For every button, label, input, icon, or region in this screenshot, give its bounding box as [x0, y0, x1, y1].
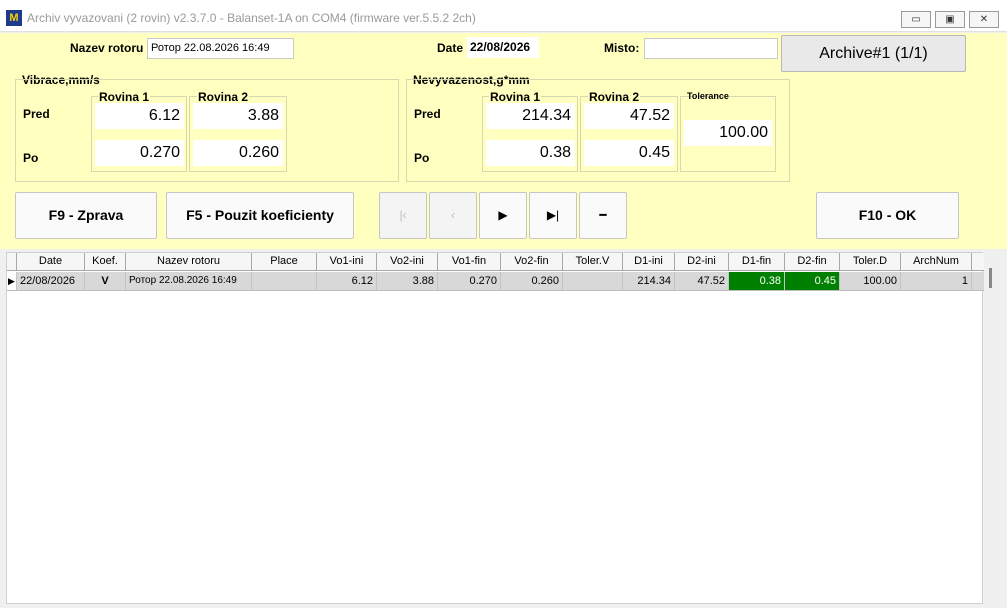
cell-vo1-fin[interactable]: 0.270: [438, 272, 501, 290]
cell-place[interactable]: [252, 272, 317, 290]
date-field[interactable]: 22/08/2026: [467, 37, 539, 58]
header-vo2-fin[interactable]: Vo2-fin: [501, 253, 563, 270]
vibration-pred-plane1: 6.12: [95, 103, 184, 129]
unbalance-pred-plane2: 47.52: [584, 103, 674, 129]
cell-vo2-ini[interactable]: 3.88: [377, 272, 438, 290]
unbalance-po-plane1: 0.38: [486, 140, 575, 166]
header-archnum[interactable]: ArchNum: [901, 253, 972, 270]
cell-d2-fin[interactable]: 0.45: [785, 272, 840, 290]
place-field[interactable]: [644, 38, 778, 59]
f5-use-coefficients-button[interactable]: F5 - Pouzit koeficienty: [166, 192, 354, 239]
f9-report-button[interactable]: F9 - Zprava: [15, 192, 157, 239]
unbalance-plane1-label: Rovina 1: [489, 90, 542, 104]
header-vo1-ini[interactable]: Vo1-ini: [317, 253, 377, 270]
archive-panel: Nazev rotoru Ротор 22.08.2026 16:49 Date…: [0, 33, 1007, 249]
cell-toler-v[interactable]: [563, 272, 623, 290]
maximize-button[interactable]: ▣: [935, 11, 965, 28]
vibration-po-plane2: 0.260: [193, 140, 283, 166]
header-d1-ini[interactable]: D1-ini: [623, 253, 675, 270]
cell-vo1-ini[interactable]: 6.12: [317, 272, 377, 290]
nav-first-button[interactable]: |‹: [379, 192, 427, 239]
nav-last-button[interactable]: ▶|: [529, 192, 577, 239]
nav-delete-button[interactable]: ━: [579, 192, 627, 239]
vibration-pred-plane2: 3.88: [193, 103, 283, 129]
header-date[interactable]: Date: [17, 253, 85, 270]
table-row[interactable]: ▶ 22/08/2026 V Ротор 22.08.2026 16:49 6.…: [7, 272, 984, 291]
header-koef[interactable]: Koef.: [85, 253, 126, 270]
unbalance-plane2-label: Rovina 2: [588, 90, 641, 104]
header-d2-ini[interactable]: D2-ini: [675, 253, 729, 270]
cell-koef[interactable]: V: [85, 272, 126, 290]
header-d2-fin[interactable]: D2-fin: [785, 253, 840, 270]
app-icon: M: [6, 10, 22, 26]
cell-rotor[interactable]: Ротор 22.08.2026 16:49: [126, 272, 252, 290]
header-d1-fin[interactable]: D1-fin: [729, 253, 785, 270]
vibration-pred-label: Pred: [23, 107, 50, 121]
unbalance-pred-label: Pred: [414, 107, 441, 121]
header-vo2-ini[interactable]: Vo2-ini: [377, 253, 438, 270]
minimize-button[interactable]: ▭: [901, 11, 931, 28]
vertical-scrollbar[interactable]: [984, 252, 1004, 604]
rotor-name-field[interactable]: Ротор 22.08.2026 16:49: [147, 38, 294, 59]
nav-prev-button[interactable]: ‹: [429, 192, 477, 239]
rotor-label: Nazev rotoru: [70, 41, 144, 55]
cell-vo2-fin[interactable]: 0.260: [501, 272, 563, 290]
cell-d2-ini[interactable]: 47.52: [675, 272, 729, 290]
header-toler-v[interactable]: Toler.V: [563, 253, 623, 270]
date-label: Date: [437, 41, 464, 55]
place-label: Misto:: [604, 41, 640, 55]
unbalance-po-label: Po: [414, 151, 430, 165]
vibration-po-plane1: 0.270: [95, 140, 184, 166]
scrollbar-thumb[interactable]: [989, 268, 992, 288]
f10-ok-button[interactable]: F10 - OK: [816, 192, 959, 239]
header-toler-d[interactable]: Toler.D: [840, 253, 901, 270]
header-vo1-fin[interactable]: Vo1-fin: [438, 253, 501, 270]
table-header: Date Koef. Nazev rotoru Place Vo1-ini Vo…: [7, 253, 984, 271]
cell-archnum[interactable]: 1: [901, 272, 972, 290]
cell-date[interactable]: 22/08/2026: [17, 272, 85, 290]
title-bar: M Archiv vyvazovani (2 rovin) v2.3.7.0 -…: [0, 0, 1007, 32]
nav-next-button[interactable]: ▶: [479, 192, 527, 239]
cell-d1-ini[interactable]: 214.34: [623, 272, 675, 290]
row-indicator-icon: ▶: [7, 272, 17, 290]
header-indicator: [7, 253, 17, 270]
close-button[interactable]: ✕: [969, 11, 999, 28]
vibration-plane1-label: Rovina 1: [98, 90, 151, 104]
unbalance-pred-plane1: 214.34: [486, 103, 575, 129]
header-rotor[interactable]: Nazev rotoru: [126, 253, 252, 270]
archive-selector-button[interactable]: Archive#1 (1/1): [781, 35, 966, 72]
cell-toler-d[interactable]: 100.00: [840, 272, 901, 290]
vibration-plane2-label: Rovina 2: [197, 90, 250, 104]
archive-table[interactable]: Date Koef. Nazev rotoru Place Vo1-ini Vo…: [6, 252, 984, 604]
header-place[interactable]: Place: [252, 253, 317, 270]
cell-d1-fin[interactable]: 0.38: [729, 272, 785, 290]
tolerance-value: 100.00: [684, 120, 772, 146]
window-title: Archiv vyvazovani (2 rovin) v2.3.7.0 - B…: [27, 11, 476, 25]
vibration-po-label: Po: [23, 151, 39, 165]
tolerance-label: Tolerance: [687, 91, 729, 101]
unbalance-po-plane2: 0.45: [584, 140, 674, 166]
